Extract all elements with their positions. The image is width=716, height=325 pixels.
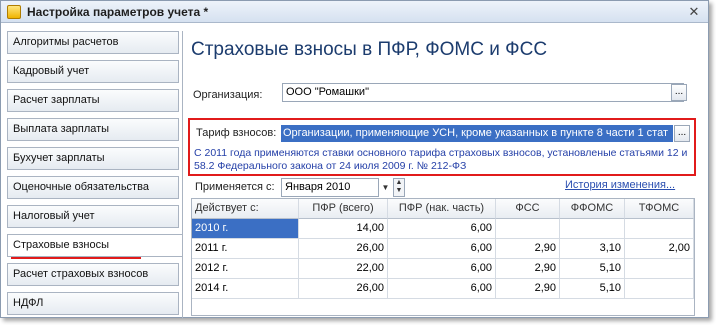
sidebar-item-estimated-liabilities[interactable]: Оценочные обязательства: [7, 176, 179, 199]
sidebar-item-ndfl[interactable]: НДФЛ: [7, 292, 179, 315]
applies-from-label: Применяется с:: [195, 181, 275, 193]
tariff-highlight-box: Тариф взносов: Организации, применяющие …: [188, 118, 696, 176]
table-row[interactable]: 2012 г. 22,00 6,00 2,90 5,10: [192, 259, 694, 279]
table-cell[interactable]: [625, 279, 694, 299]
table-cell[interactable]: 2012 г.: [192, 259, 299, 279]
column-header[interactable]: Действует с:: [192, 199, 299, 219]
table-cell[interactable]: [496, 219, 560, 239]
table-cell[interactable]: [625, 259, 694, 279]
table-cell[interactable]: 2011 г.: [192, 239, 299, 259]
close-icon[interactable]: ✕: [686, 4, 702, 20]
table-header: Действует с: ПФР (всего) ПФР (нак. часть…: [192, 199, 694, 219]
title-bar: Настройка параметров учета * ✕: [1, 1, 708, 23]
table-cell[interactable]: 6,00: [388, 259, 496, 279]
sidebar-item-contributions-calc[interactable]: Расчет страховых взносов: [7, 263, 179, 286]
window-title: Настройка параметров учета *: [27, 5, 209, 19]
history-link[interactable]: История изменения...: [565, 179, 675, 191]
tariff-field[interactable]: Организации, применяющие УСН, кроме указ…: [281, 125, 673, 142]
table-cell[interactable]: 6,00: [388, 239, 496, 259]
table-row[interactable]: 2014 г. 26,00 6,00 2,90 5,10: [192, 279, 694, 299]
sidebar-item-tax-accounting[interactable]: Налоговый учет: [7, 205, 179, 228]
column-header[interactable]: ФСС: [496, 199, 560, 219]
settings-window: Настройка параметров учета * ✕ Алгоритмы…: [0, 0, 709, 319]
tariff-note: С 2011 года применяются ставки основного…: [194, 147, 688, 172]
sidebar-item-hr[interactable]: Кадровый учет: [7, 60, 179, 83]
spin-icon[interactable]: ▲ ▼: [393, 178, 405, 197]
table-cell[interactable]: 2,90: [496, 279, 560, 299]
table-cell[interactable]: 5,10: [560, 279, 625, 299]
table-cell[interactable]: 3,10: [560, 239, 625, 259]
rates-table: Действует с: ПФР (всего) ПФР (нак. часть…: [191, 198, 695, 316]
column-header[interactable]: ТФОМС: [625, 199, 694, 219]
sidebar-item-payroll-calc[interactable]: Расчет зарплаты: [7, 89, 179, 112]
applies-from-field[interactable]: Января 2010: [281, 178, 379, 197]
table-cell[interactable]: 22,00: [299, 259, 388, 279]
chevron-down-icon[interactable]: ▼: [379, 179, 392, 196]
folder-settings-icon: [7, 5, 21, 19]
sidebar-item-payroll-accounting[interactable]: Бухучет зарплаты: [7, 147, 179, 170]
organization-label: Организация:: [193, 89, 263, 101]
sidebar-item-algorithms[interactable]: Алгоритмы расчетов: [7, 31, 179, 54]
table-cell[interactable]: 26,00: [299, 239, 388, 259]
tariff-select-button[interactable]: ...: [674, 125, 690, 142]
table-cell[interactable]: [625, 219, 694, 239]
page-title: Страховые взносы в ПФР, ФОМС и ФСС: [191, 39, 548, 60]
column-header[interactable]: ПФР (всего): [299, 199, 388, 219]
table-row[interactable]: 2010 г. 14,00 6,00: [192, 219, 694, 239]
column-header[interactable]: ПФР (нак. часть): [388, 199, 496, 219]
organization-select-button[interactable]: ...: [671, 84, 687, 101]
organization-field[interactable]: ООО "Ромашки": [282, 83, 684, 102]
table-cell[interactable]: 2,90: [496, 239, 560, 259]
column-header[interactable]: ФФОМС: [560, 199, 625, 219]
active-item-underline: [11, 257, 141, 259]
table-cell[interactable]: 2,00: [625, 239, 694, 259]
table-cell[interactable]: [560, 219, 625, 239]
sidebar: Алгоритмы расчетов Кадровый учет Расчет …: [7, 31, 183, 319]
sidebar-item-payroll-payment[interactable]: Выплата зарплаты: [7, 118, 179, 141]
table-cell[interactable]: 6,00: [388, 219, 496, 239]
sidebar-item-insurance-contributions[interactable]: Страховые взносы: [7, 234, 183, 257]
table-cell[interactable]: 26,00: [299, 279, 388, 299]
table-cell[interactable]: 2014 г.: [192, 279, 299, 299]
main-panel: Страховые взносы в ПФР, ФОМС и ФСС Орган…: [182, 31, 705, 319]
table-cell[interactable]: 5,10: [560, 259, 625, 279]
table-cell[interactable]: 2010 г.: [192, 219, 299, 239]
table-row[interactable]: 2011 г. 26,00 6,00 2,90 3,10 2,00: [192, 239, 694, 259]
table-cell[interactable]: 6,00: [388, 279, 496, 299]
tariff-label: Тариф взносов:: [196, 127, 277, 139]
table-cell[interactable]: 2,90: [496, 259, 560, 279]
table-cell[interactable]: 14,00: [299, 219, 388, 239]
